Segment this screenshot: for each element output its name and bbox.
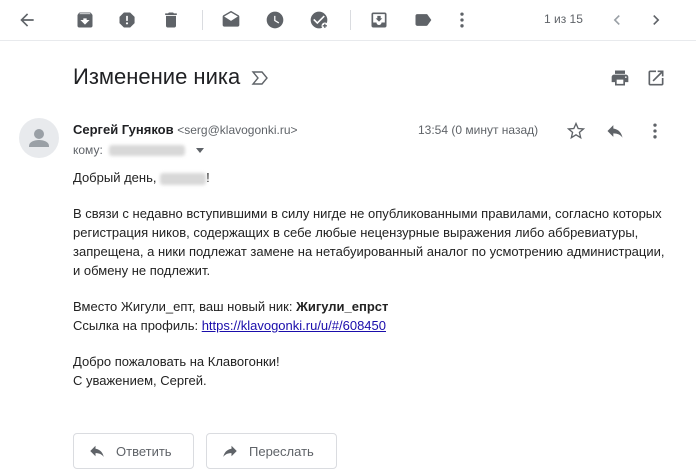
chevron-down-icon[interactable]: [196, 148, 205, 154]
to-label: кому:: [73, 143, 103, 157]
delete-icon[interactable]: [159, 8, 183, 32]
mark-unread-icon[interactable]: [219, 8, 243, 32]
label-tag-icon[interactable]: [411, 8, 435, 32]
sender-email: <serg@klavogonki.ru>: [177, 123, 298, 137]
forward-button[interactable]: Переслать: [206, 433, 337, 469]
snooze-clock-icon[interactable]: [263, 8, 287, 32]
forward-icon: [223, 445, 237, 457]
avatar[interactable]: [19, 118, 59, 158]
body-paragraph: В связи с недавно вступившими в силу ниг…: [73, 206, 665, 278]
reply-button[interactable]: Ответить: [73, 433, 194, 469]
toolbar: 1 из 15: [0, 0, 696, 41]
email-timestamp: 13:54 (0 минут назад): [418, 123, 539, 137]
redacted-recipient: [109, 145, 186, 157]
back-arrow-icon[interactable]: [15, 8, 39, 32]
greeting: Добрый день, !: [73, 170, 210, 185]
reply-icon[interactable]: [605, 121, 625, 141]
reply-button-label: Ответить: [116, 443, 172, 459]
email-subject: Изменение ника: [73, 64, 241, 89]
pagination-count: 1 из 15: [544, 12, 583, 26]
more-vert-icon[interactable]: [645, 121, 665, 141]
more-vert-icon[interactable]: [450, 8, 474, 32]
person-icon: [29, 129, 49, 147]
toolbar-divider: [350, 10, 351, 30]
sender-name[interactable]: Сергей Гуняков: [73, 122, 174, 137]
nick-info: Вместо Жигули_епт, ваш новый ник: Жигули…: [73, 299, 389, 333]
star-icon[interactable]: [566, 121, 586, 141]
open-in-new-window-icon[interactable]: [646, 68, 666, 88]
toolbar-divider: [202, 10, 203, 30]
forward-button-label: Переслать: [249, 443, 314, 459]
sender-line: Сергей Гуняков <serg@klavogonki.ru>: [73, 122, 298, 137]
chevron-right-icon[interactable]: [644, 8, 668, 32]
importance-marker-icon[interactable]: [251, 70, 269, 86]
new-nick: Жигули_епрст: [296, 299, 389, 314]
reply-icon: [90, 445, 104, 457]
recipient-line[interactable]: кому:: [73, 143, 205, 157]
redacted-name: [160, 172, 207, 185]
move-to-icon[interactable]: [367, 8, 391, 32]
add-task-icon[interactable]: [307, 8, 331, 32]
email-body: Добрый день, ! В связи с недавно вступив…: [73, 168, 673, 407]
profile-link[interactable]: https://klavogonki.ru/u/#/608450: [202, 318, 386, 333]
report-spam-icon[interactable]: [115, 8, 139, 32]
archive-icon[interactable]: [73, 8, 97, 32]
chevron-left-icon[interactable]: [605, 8, 629, 32]
closing: Добро пожаловать на Клавогонки! С уважен…: [73, 354, 280, 388]
print-icon[interactable]: [610, 68, 630, 88]
